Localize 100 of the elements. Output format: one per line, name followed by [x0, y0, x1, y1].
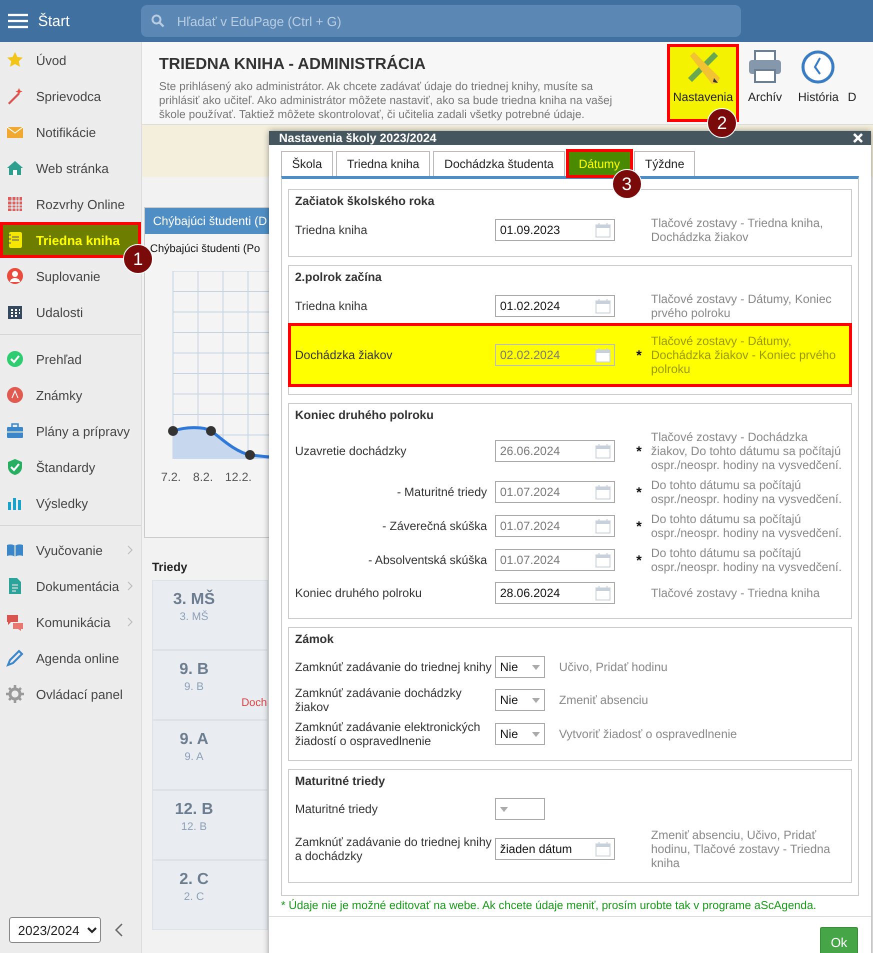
field-note: Tlačové zostavy - Dátumy, Dochádzka žiakov - Koniec prvého polroku	[651, 334, 837, 376]
select-field[interactable]	[495, 798, 545, 820]
printer-icon	[746, 48, 784, 86]
sidebar-item[interactable]: Agenda online	[0, 640, 141, 676]
caret-icon	[500, 806, 508, 812]
field-note: Zmeniť absenciu	[559, 693, 650, 707]
date-field[interactable]: 01.02.2024	[495, 295, 615, 317]
axis-label: 12.2.	[225, 470, 252, 484]
clock-icon	[799, 48, 838, 86]
date-field[interactable]: 28.06.2024	[495, 582, 615, 604]
field-label: - Maturitné triedy	[396, 485, 488, 499]
tab[interactable]: Týždne	[634, 151, 696, 176]
page-title: TRIEDNA KNIHA - ADMINISTRÁCIA	[159, 56, 427, 74]
asterisk: *	[635, 552, 643, 568]
date-field[interactable]: 01.09.2023	[495, 219, 615, 241]
class-code: 2. C	[182, 891, 206, 903]
date-field[interactable]: žiaden dátum	[495, 838, 615, 860]
notebook-icon	[6, 231, 24, 249]
pen-icon	[6, 649, 24, 667]
field-note: Tlačové zostavy - Triedna kniha, Dochádzka žiakov	[651, 216, 824, 244]
wand-icon	[6, 87, 24, 105]
class-card[interactable]: 3. MŠ 3. MŠ	[152, 580, 268, 650]
search-box[interactable]: Hľadať v EduPage (Ctrl + G)	[141, 5, 741, 37]
year-select[interactable]: 2023/2024	[9, 917, 101, 943]
field-note: Učivo, Pridať hodinu	[559, 660, 669, 674]
sidebar-item[interactable]: Ovládací panel	[0, 676, 141, 712]
tab[interactable]: Škola	[281, 151, 334, 176]
calendar-icon[interactable]	[595, 222, 611, 238]
dialog-title: Nastavenia školy 2023/2024	[279, 131, 436, 145]
sidebar-item[interactable]: Úvod	[0, 42, 141, 78]
search-field[interactable]: Hľadať v EduPage (Ctrl + G)	[175, 12, 731, 30]
section-title: Zámok	[295, 632, 335, 646]
class-card[interactable]: 9. A 9. A	[152, 720, 268, 790]
field-note: Tlačové zostavy - Triedna kniha	[651, 586, 821, 600]
calendar-grid-icon	[6, 195, 24, 213]
star-icon	[6, 51, 24, 69]
toolbar-button[interactable]: D	[846, 44, 856, 122]
section-title: 2.polrok začína	[295, 270, 383, 284]
select-field[interactable]: Nie	[495, 723, 545, 745]
toolbar-button[interactable]: Archív	[739, 44, 791, 122]
field-note: Vytvoriť žiadosť o ospravedlnenie	[559, 727, 738, 741]
field-label: Uzavretie dochádzky	[295, 444, 408, 458]
class-card[interactable]: 2. C 2. C	[152, 860, 268, 930]
class-name: 12. B	[174, 801, 214, 819]
field-label: Zamknúť zadávanie dochádzky žiakov	[295, 686, 463, 714]
sidebar-item[interactable]: Rozvrhy Online	[0, 186, 141, 222]
asterisk: *	[635, 518, 643, 534]
class-code: 12. B	[180, 821, 208, 833]
sidebar-item[interactable]: Notifikácie	[0, 114, 141, 150]
sidebar-item[interactable]: Dokumentácia	[0, 568, 141, 604]
sidebar-item[interactable]: Komunikácia	[0, 604, 141, 640]
person-icon	[6, 267, 24, 285]
shield-icon	[6, 458, 24, 476]
class-note: Doch	[241, 697, 267, 709]
sidebar-item[interactable]: Štandardy	[0, 449, 141, 485]
caret-icon	[532, 732, 540, 736]
asterisk: *	[635, 347, 643, 363]
field-label: Triedna kniha	[295, 223, 368, 237]
calendar-icon[interactable]	[595, 585, 611, 601]
menu-icon[interactable]	[8, 13, 28, 29]
check-circle-icon	[6, 350, 24, 368]
sidebar-item[interactable]: Vyučovanie	[0, 532, 141, 568]
sidebar-item[interactable]: Web stránka	[0, 150, 141, 186]
calendar-icon[interactable]	[595, 841, 611, 857]
page-description: Ste prihlásený ako administrátor. Ak chcete zadávať údaje do triednej knihy, musíte sa prihlásiť ako učiteľ. Ako administrátor môžete nastaviť, ako sa bude triedna kniha na vašej škole používať. Taktiež môžete skontrolovať, či učitelia zadali všetky potrebné údaje.	[159, 80, 614, 122]
grade-circle-icon	[6, 386, 24, 404]
section-title: Triedy	[152, 560, 188, 574]
menu-label[interactable]: Štart	[38, 12, 70, 30]
collapse-icon[interactable]	[115, 923, 123, 937]
class-name: 3. MŠ	[172, 591, 216, 609]
class-code: 9. A	[184, 751, 204, 763]
sidebar-item[interactable]: Známky	[0, 377, 141, 413]
class-card[interactable]: 9. B 9. B Doch	[152, 650, 268, 720]
field-label: Zamknúť zadávanie do triednej knihy a dochádzky	[295, 835, 493, 863]
data-point	[206, 426, 216, 436]
field-note: Tlačové zostavy - Dátumy, Koniec prvého polroku	[651, 292, 833, 320]
tab[interactable]: Triedna kniha	[336, 151, 430, 176]
class-card[interactable]: 12. B 12. B	[152, 790, 268, 860]
field-note: Do tohto dátumu sa počítajú ospr./neospr. hodiny na vysvedčení.	[651, 512, 843, 540]
tab[interactable]: Dochádzka študenta	[433, 151, 565, 176]
close-icon[interactable]	[853, 133, 863, 143]
class-name: 2. C	[178, 871, 210, 889]
class-name: 9. A	[178, 731, 210, 749]
sidebar-item[interactable]: Plány a prípravy	[0, 413, 141, 449]
card-title: Chýbajúci študenti (D	[145, 208, 269, 234]
section-title: Koniec druhého polroku	[295, 408, 435, 422]
select-field[interactable]: Nie	[495, 689, 545, 711]
calendar-icon[interactable]	[595, 298, 611, 314]
field-note: Tlačové zostavy - Dochádzka žiakov, Do tohto dátumu sa počítajú ospr./neospr. hodiny na vysvedčení.	[651, 430, 843, 472]
select-field[interactable]: Nie	[495, 656, 545, 678]
sidebar-item[interactable]: Sprievodca	[0, 78, 141, 114]
class-code: 9. B	[183, 681, 205, 693]
sidebar-item[interactable]: Udalosti	[0, 294, 141, 330]
field-note: Zmeniť absenciu, Učivo, Pridať hodinu, Tlačové zostavy - Triedna kniha	[651, 828, 832, 870]
tab[interactable]: Dátumy	[568, 151, 632, 176]
toolbar-button[interactable]: História	[791, 44, 846, 122]
sidebar-item[interactable]: Výsledky	[0, 485, 141, 521]
field-label: - Záverečná skúška	[381, 519, 488, 533]
field-label: - Absolventská skúška	[367, 553, 488, 567]
sidebar-item[interactable]: Prehľad	[0, 341, 141, 377]
